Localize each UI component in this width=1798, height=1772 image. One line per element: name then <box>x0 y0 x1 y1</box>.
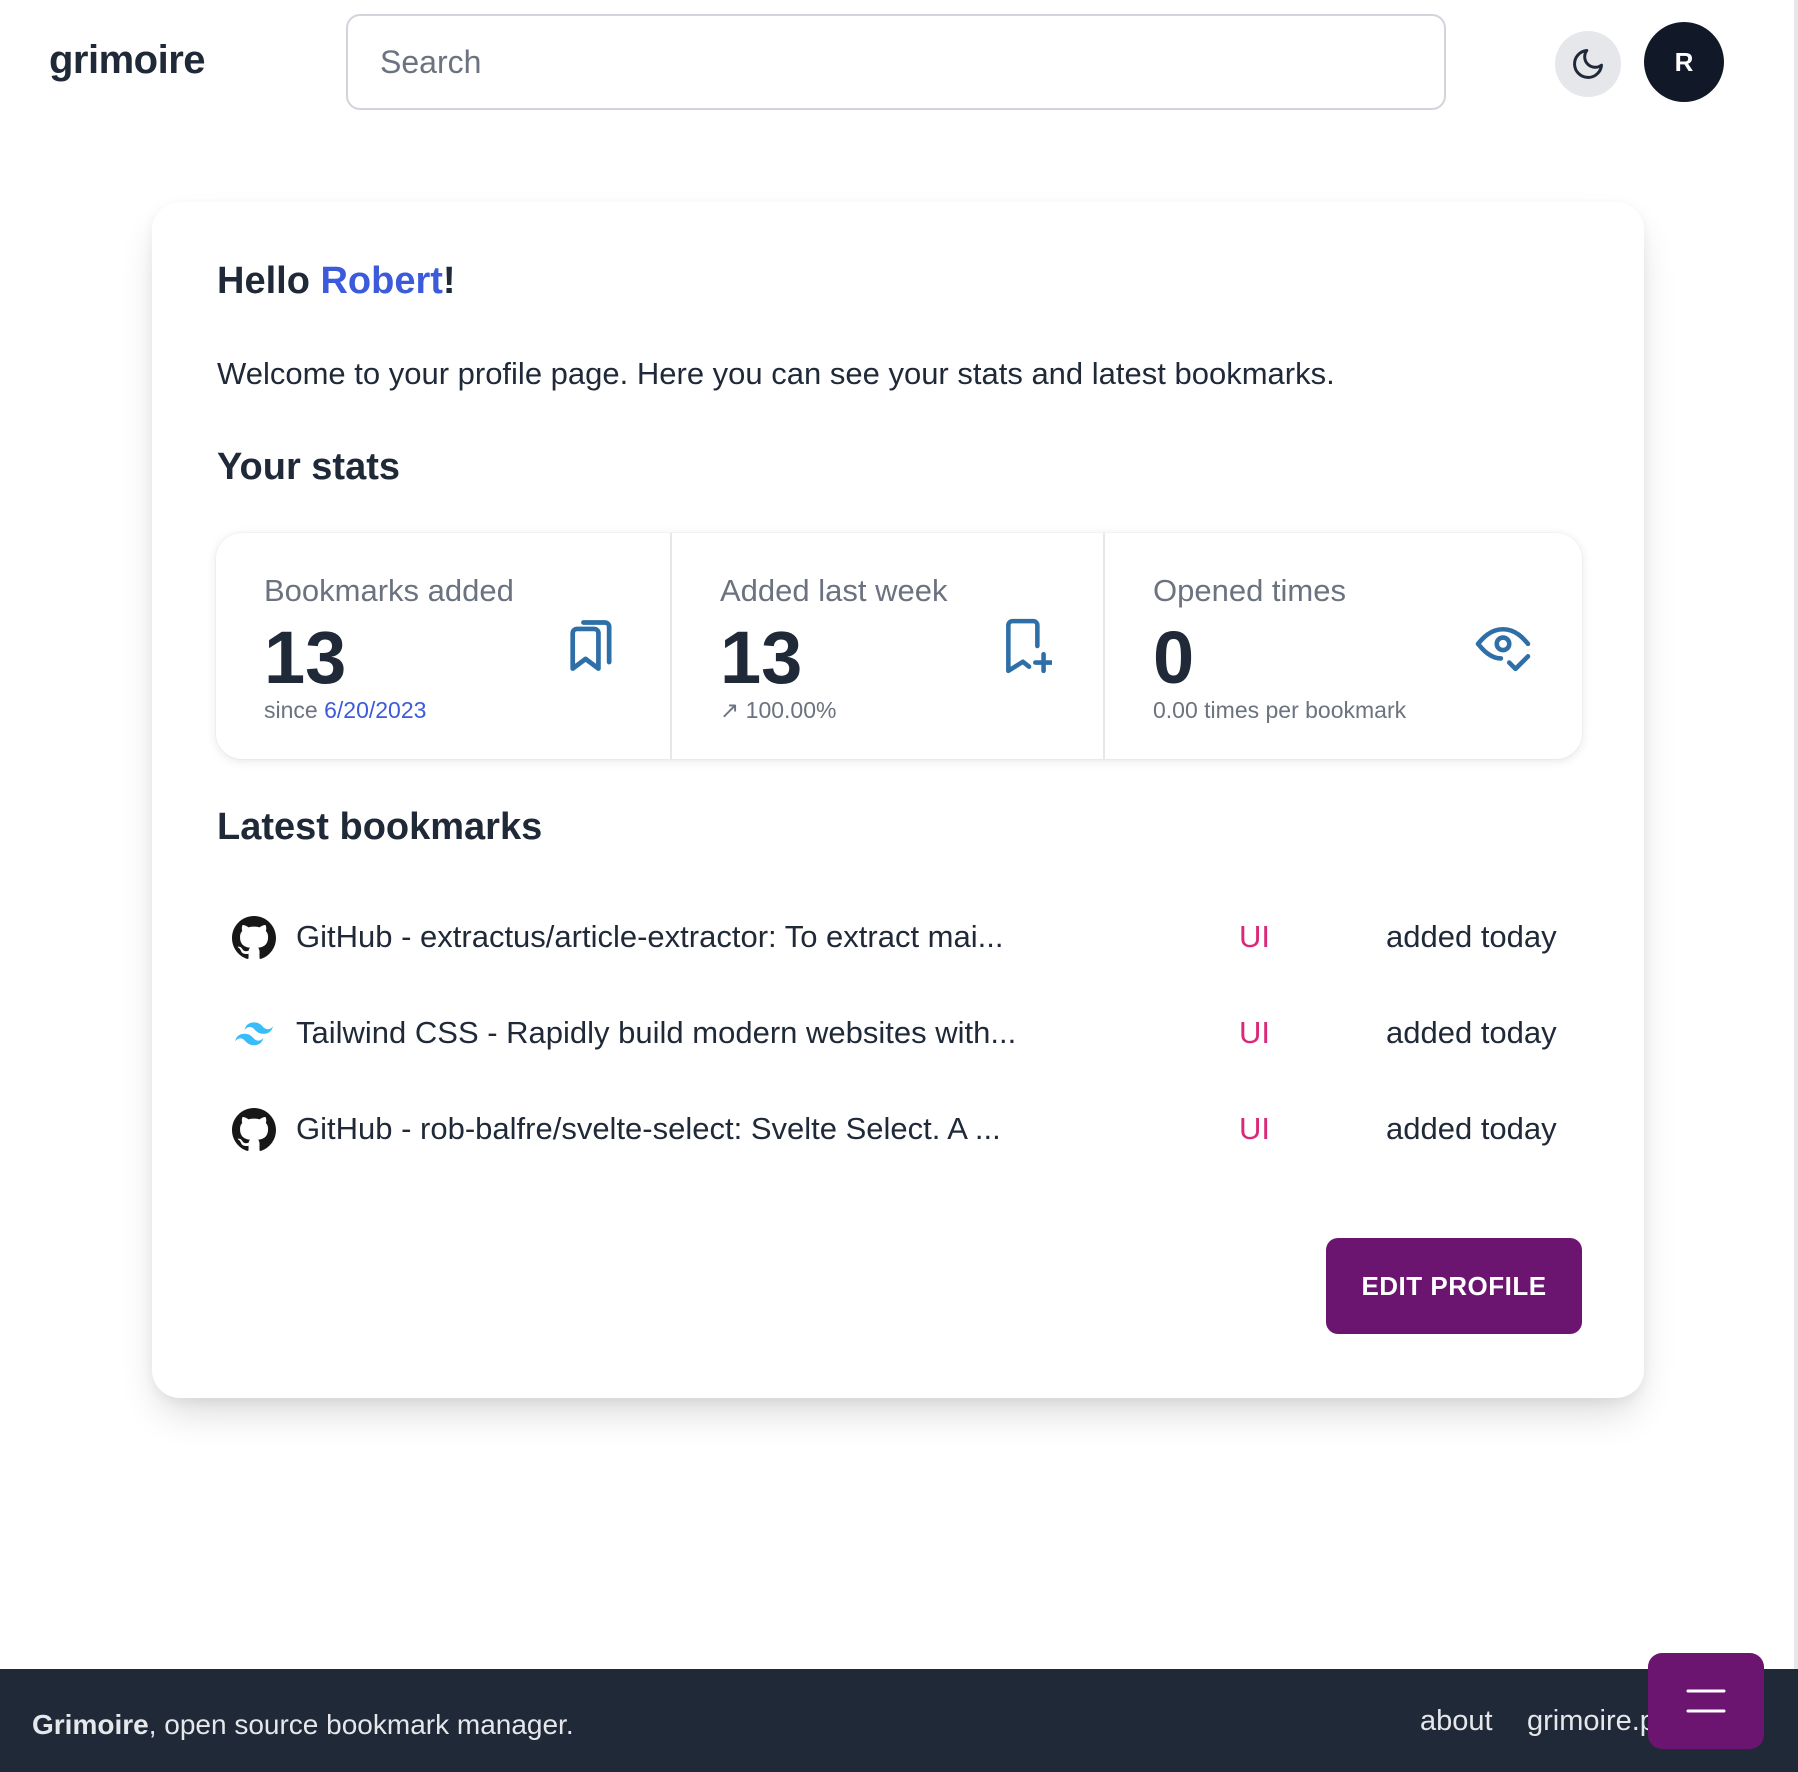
stat-desc-date: 6/20/2023 <box>324 697 427 723</box>
bookmark-plus-icon <box>1006 618 1052 674</box>
footer-tagline-text: , open source bookmark manager. <box>148 1709 574 1740</box>
footer-brand: Grimoire <box>32 1709 149 1740</box>
menu-icon <box>1686 1689 1726 1713</box>
scrollbar-track <box>1794 0 1798 1669</box>
stat-desc-percent: 100.00% <box>745 697 837 723</box>
app-logo[interactable]: grimoire <box>49 38 206 83</box>
stat-description: 0.00 times per bookmark <box>1153 697 1407 723</box>
bookmark-tag[interactable]: UI <box>1239 919 1270 955</box>
tailwind-icon <box>232 1012 276 1056</box>
floating-menu-button[interactable] <box>1648 1653 1764 1749</box>
bookmark-added-date: added today <box>1386 1015 1557 1050</box>
trend-arrow-icon: ↗ <box>720 697 740 723</box>
greeting-prefix: Hello <box>217 260 321 302</box>
theme-toggle-button[interactable] <box>1555 31 1621 97</box>
latest-bookmarks-heading: Latest bookmarks <box>217 806 543 848</box>
footer-tagline: Grimoire, open source bookmark manager. <box>32 1709 574 1741</box>
bookmark-row[interactable]: Tailwind CSS - Rapidly build modern webs… <box>232 995 1582 1065</box>
stat-description: since 6/20/2023 <box>264 697 426 724</box>
bookmark-title-link[interactable]: Tailwind CSS - Rapidly build modern webs… <box>296 1015 1016 1051</box>
welcome-text: Welcome to your profile page. Here you c… <box>217 356 1335 391</box>
stat-description: ↗ 100.00% <box>720 697 836 724</box>
footer-link-site[interactable]: grimoire.p <box>1527 1705 1656 1738</box>
bookmark-row[interactable]: GitHub - rob-balfre/svelte-select: Svelt… <box>232 1091 1582 1161</box>
greeting-suffix: ! <box>442 260 456 302</box>
page-title: Hello Robert! <box>217 260 456 303</box>
stat-opened-times: Opened times 0 0.00 times per bookmark <box>1105 533 1582 759</box>
stat-value: 13 <box>264 616 347 699</box>
stat-added-last-week: Added last week 13 ↗ 100.00% <box>672 533 1105 759</box>
footer: Grimoire, open source bookmark manager. … <box>0 1669 1798 1772</box>
bookmarks-icon <box>570 620 612 671</box>
moon-icon <box>1573 49 1603 79</box>
github-icon <box>232 1108 276 1152</box>
bookmark-title-link[interactable]: GitHub - rob-balfre/svelte-select: Svelt… <box>296 1111 1001 1147</box>
stats-heading: Your stats <box>217 446 401 488</box>
user-name: Robert <box>320 260 443 302</box>
bookmark-tag[interactable]: UI <box>1239 1015 1270 1051</box>
profile-card: Hello Robert! Welcome to your profile pa… <box>152 202 1644 1398</box>
stat-title: Opened times <box>1153 573 1346 608</box>
eye-check-icon <box>1475 626 1531 672</box>
stat-title: Bookmarks added <box>264 573 514 608</box>
bookmark-row[interactable]: GitHub - extractus/article-extractor: To… <box>232 899 1582 969</box>
stats-panel: Bookmarks added 13 since 6/20/2023 Added… <box>216 533 1582 759</box>
github-icon <box>232 916 276 960</box>
bookmark-added-date: added today <box>1386 919 1557 954</box>
stat-bookmarks-added: Bookmarks added 13 since 6/20/2023 <box>216 533 672 759</box>
avatar[interactable]: R <box>1644 22 1724 102</box>
bookmark-tag[interactable]: UI <box>1239 1111 1270 1147</box>
bookmark-added-date: added today <box>1386 1111 1557 1146</box>
footer-link-about[interactable]: about <box>1420 1705 1493 1738</box>
top-navbar: grimoire R <box>0 0 1798 126</box>
stat-value: 13 <box>720 616 803 699</box>
stat-desc-prefix: since <box>264 697 325 723</box>
search-input[interactable] <box>346 14 1446 110</box>
stat-value: 0 <box>1153 616 1195 699</box>
edit-profile-button[interactable]: EDIT PROFILE <box>1326 1238 1582 1334</box>
bookmark-title-link[interactable]: GitHub - extractus/article-extractor: To… <box>296 919 1003 955</box>
stat-title: Added last week <box>720 573 948 608</box>
